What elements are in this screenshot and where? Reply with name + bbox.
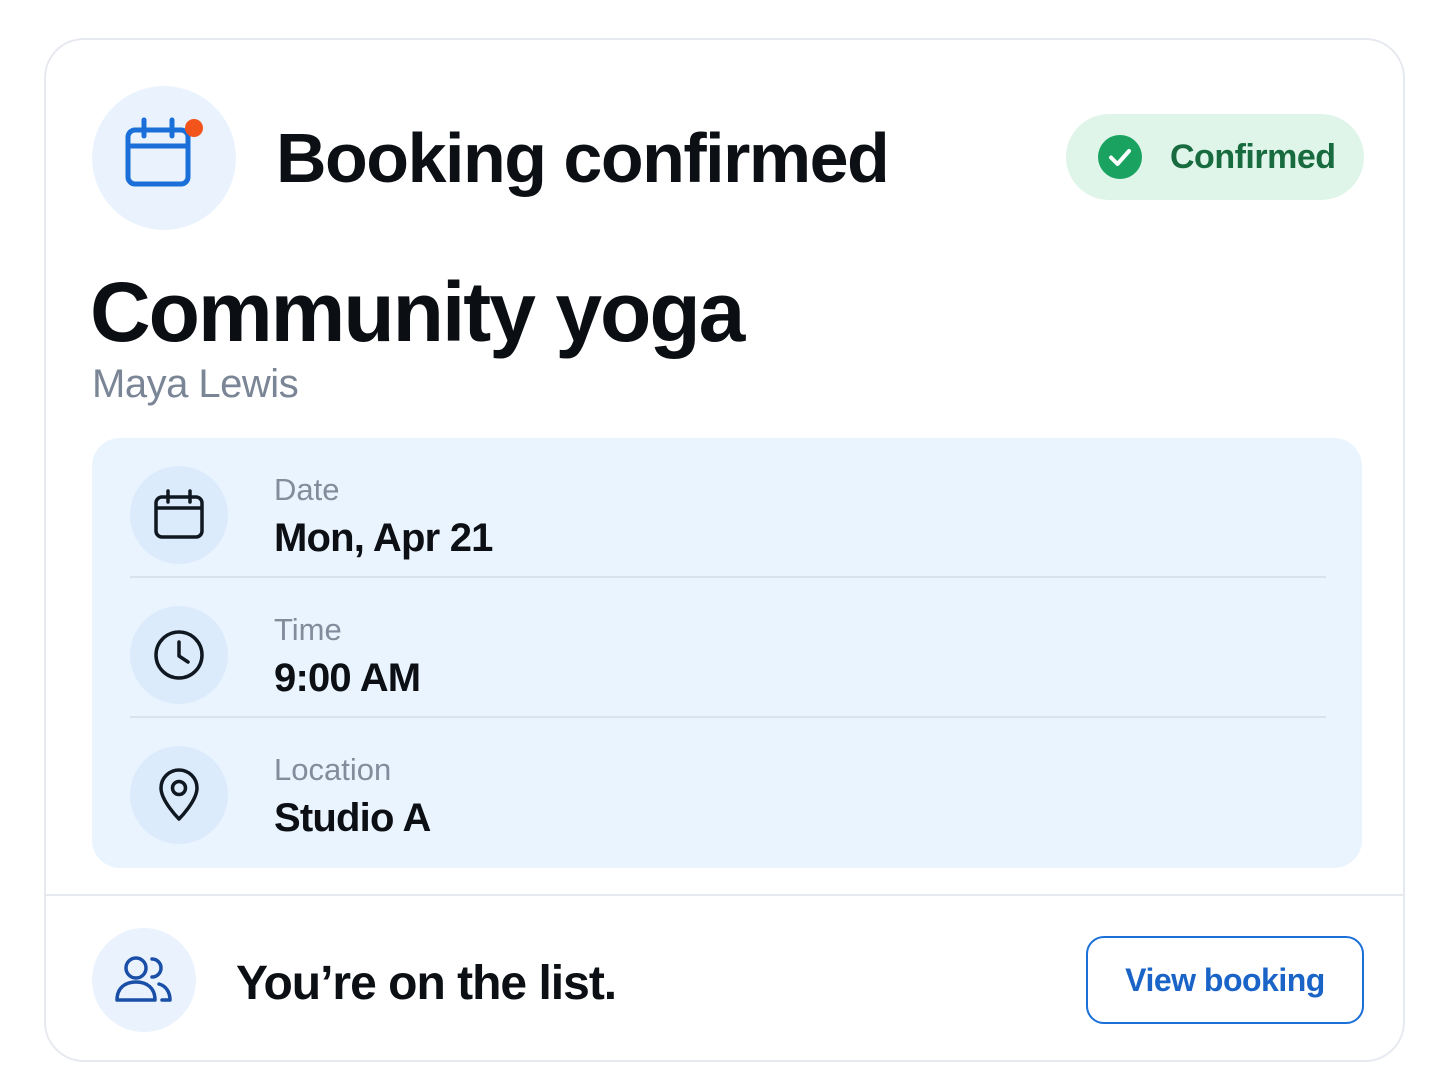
page-title: Booking confirmed — [276, 119, 890, 197]
detail-value: Mon, Apr 21 — [274, 516, 493, 560]
detail-icon-circle — [130, 466, 228, 564]
header-icon-circle — [92, 86, 236, 230]
footer-bar: You’re on the list. View booking — [46, 894, 1403, 1060]
detail-label: Time — [274, 612, 342, 647]
waitlist-message: You’re on the list. — [236, 957, 617, 1010]
detail-label: Date — [274, 472, 340, 507]
detail-value: Studio A — [274, 796, 431, 840]
calendar-notification-icon — [125, 117, 203, 187]
users-icon — [115, 956, 172, 1002]
detail-icon-circle — [130, 746, 228, 844]
detail-value: 9:00 AM — [274, 656, 421, 700]
detail-row-time: Time 9:00 AM — [130, 578, 1326, 718]
host-name: Maya Lewis — [92, 362, 299, 406]
footer-icon-circle — [92, 928, 196, 1032]
status-badge: Confirmed — [1066, 114, 1364, 200]
clock-icon — [154, 630, 204, 680]
booking-card: Booking confirmed Confirmed Community yo… — [44, 38, 1405, 1062]
detail-row-date: Date Mon, Apr 21 — [130, 438, 1326, 578]
map-pin-icon — [159, 768, 199, 821]
detail-icon-circle — [130, 606, 228, 704]
status-label: Confirmed — [1170, 138, 1336, 176]
check-circle-icon — [1098, 135, 1142, 179]
booking-details-panel: Date Mon, Apr 21 Time 9:00 AM Location S — [92, 438, 1362, 868]
calendar-icon — [154, 489, 204, 539]
view-booking-button[interactable]: View booking — [1086, 936, 1364, 1024]
detail-row-location: Location Studio A — [130, 718, 1326, 858]
event-title: Community yoga — [90, 265, 745, 359]
detail-label: Location — [274, 752, 392, 787]
